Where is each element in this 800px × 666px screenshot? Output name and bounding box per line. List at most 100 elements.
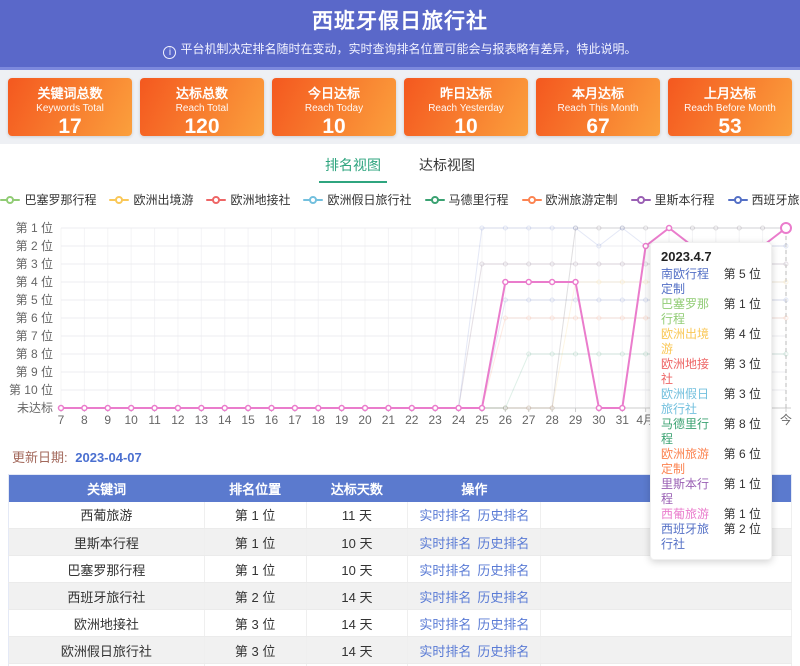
cell-days: 14 天 [306, 610, 408, 637]
realtime-rank-link[interactable]: 实时排名 [419, 590, 471, 605]
history-rank-link[interactable]: 历史排名 [477, 644, 529, 659]
legend-label: 马德里行程 [449, 191, 509, 208]
stat-title-en: Reach Today [272, 103, 396, 114]
legend-line-icon [425, 196, 445, 204]
legend-label: 欧洲出境游 [133, 191, 193, 208]
legend-label: 欧洲假日旅行社 [327, 191, 411, 208]
tab-reach-view[interactable]: 达标视图 [413, 151, 481, 183]
cell-keyword: 欧洲地接社 [9, 610, 205, 637]
history-rank-link[interactable]: 历史排名 [477, 590, 529, 605]
svg-text:19: 19 [335, 413, 349, 427]
legend-label: 里斯本行程 [655, 191, 715, 208]
svg-text:14: 14 [218, 413, 232, 427]
stat-card-3: 昨日达标 Reach Yesterday 10 [404, 78, 528, 136]
cell-actions: 实时排名历史排名 [408, 583, 541, 610]
legend-item[interactable]: 里斯本行程 [631, 191, 715, 208]
stat-title-en: Reach Before Month [668, 103, 792, 114]
svg-text:11: 11 [148, 413, 161, 427]
stat-value: 53 [668, 115, 792, 139]
stat-title-zh: 本月达标 [536, 83, 660, 102]
cell-rank: 第 1 位 [204, 502, 306, 529]
tooltip-series-name: 巴塞罗那行程 [661, 297, 716, 327]
realtime-rank-link[interactable]: 实时排名 [419, 644, 471, 659]
stat-card-5: 上月达标 Reach Before Month 53 [668, 78, 792, 136]
tooltip-rank-value: 第 1 位 [724, 477, 761, 507]
stat-title-zh: 关键词总数 [8, 83, 132, 102]
svg-text:第 10 位: 第 10 位 [9, 382, 53, 397]
tab-ranking-view[interactable]: 排名视图 [319, 151, 387, 183]
history-rank-link[interactable]: 历史排名 [477, 617, 529, 632]
cell-days: 14 天 [306, 637, 408, 664]
cell-note [541, 610, 792, 637]
stat-card-2: 今日达标 Reach Today 10 [272, 78, 396, 136]
svg-text:9: 9 [104, 413, 111, 427]
svg-text:第 9 位: 第 9 位 [16, 364, 53, 379]
svg-text:28: 28 [545, 413, 559, 427]
cell-actions: 实时排名历史排名 [408, 556, 541, 583]
cell-keyword: 西葡旅游 [9, 502, 205, 529]
legend-line-icon [303, 196, 323, 204]
tooltip-rank-value: 第 6 位 [724, 447, 761, 477]
legend-line-icon [109, 196, 129, 204]
legend-line-icon [206, 196, 226, 204]
update-date-value: 2023-04-07 [75, 450, 142, 465]
history-rank-link[interactable]: 历史排名 [477, 536, 529, 551]
legend-item[interactable]: 欧洲旅游定制 [522, 191, 618, 208]
table-col-header: 排名位置 [204, 475, 306, 502]
realtime-rank-link[interactable]: 实时排名 [419, 563, 471, 578]
table-col-header: 操作 [408, 475, 541, 502]
legend-item[interactable]: 马德里行程 [425, 191, 509, 208]
cell-actions: 实时排名历史排名 [408, 610, 541, 637]
stat-title-en: Keywords Total [8, 103, 132, 114]
legend-line-icon [728, 196, 748, 204]
legend-item[interactable]: 西班牙旅行社 [728, 191, 800, 208]
stat-value: 67 [536, 115, 660, 139]
svg-text:第 5 位: 第 5 位 [16, 292, 53, 307]
tooltip-rank-value: 第 4 位 [724, 327, 761, 357]
tooltip-row: 欧洲出境游 第 4 位 [661, 327, 761, 357]
svg-text:16: 16 [265, 413, 279, 427]
tooltip-row: 西班牙旅行社 第 2 位 [661, 522, 761, 552]
cell-days: 11 天 [306, 502, 408, 529]
tooltip-row: 欧洲地接社 第 3 位 [661, 357, 761, 387]
info-icon: i [163, 46, 176, 59]
tooltip-series-name: 西葡旅游 [661, 507, 709, 522]
stat-title-zh: 上月达标 [668, 83, 792, 102]
highlighted-point[interactable] [781, 223, 791, 233]
realtime-rank-link[interactable]: 实时排名 [419, 536, 471, 551]
table-row: 欧洲假日旅行社 第 3 位 14 天 实时排名历史排名 [9, 637, 792, 664]
svg-text:24: 24 [452, 413, 466, 427]
legend-item[interactable]: 欧洲出境游 [109, 191, 193, 208]
table-col-header: 达标天数 [306, 475, 408, 502]
history-rank-link[interactable]: 历史排名 [477, 563, 529, 578]
legend-label: 欧洲地接社 [230, 191, 290, 208]
cell-days: 14 天 [306, 583, 408, 610]
view-tabs: 排名视图达标视图 [0, 151, 800, 183]
legend-item[interactable]: 欧洲地接社 [206, 191, 290, 208]
legend-label: 巴塞罗那行程 [24, 191, 96, 208]
cell-rank: 第 2 位 [204, 583, 306, 610]
stat-card-4: 本月达标 Reach This Month 67 [536, 78, 660, 136]
tooltip-row: 欧洲假日旅行社 第 3 位 [661, 387, 761, 417]
stat-value: 17 [8, 115, 132, 139]
cell-note [541, 583, 792, 610]
svg-text:10: 10 [124, 413, 138, 427]
cell-keyword: 西班牙旅行社 [9, 583, 205, 610]
tooltip-rank-value: 第 5 位 [724, 267, 761, 297]
legend-line-icon [0, 196, 20, 204]
realtime-rank-link[interactable]: 实时排名 [419, 617, 471, 632]
tooltip-row: 南欧行程定制 第 5 位 [661, 267, 761, 297]
svg-text:第 3 位: 第 3 位 [16, 256, 53, 271]
svg-text:13: 13 [195, 413, 209, 427]
legend-item[interactable]: 欧洲假日旅行社 [303, 191, 411, 208]
cell-rank: 第 1 位 [204, 556, 306, 583]
svg-text:25: 25 [475, 413, 489, 427]
tooltip-series-name: 欧洲地接社 [661, 357, 716, 387]
svg-text:23: 23 [429, 413, 443, 427]
stat-title-zh: 昨日达标 [404, 83, 528, 102]
history-rank-link[interactable]: 历史排名 [477, 508, 529, 523]
legend-item[interactable]: 巴塞罗那行程 [0, 191, 96, 208]
realtime-rank-link[interactable]: 实时排名 [419, 508, 471, 523]
tooltip-rank-value: 第 2 位 [724, 522, 761, 552]
chart-legend: 南欧行程定制 巴塞罗那行程 欧洲出境游 欧洲地接社 欧洲假日旅行社 马德里行程 … [0, 191, 800, 208]
